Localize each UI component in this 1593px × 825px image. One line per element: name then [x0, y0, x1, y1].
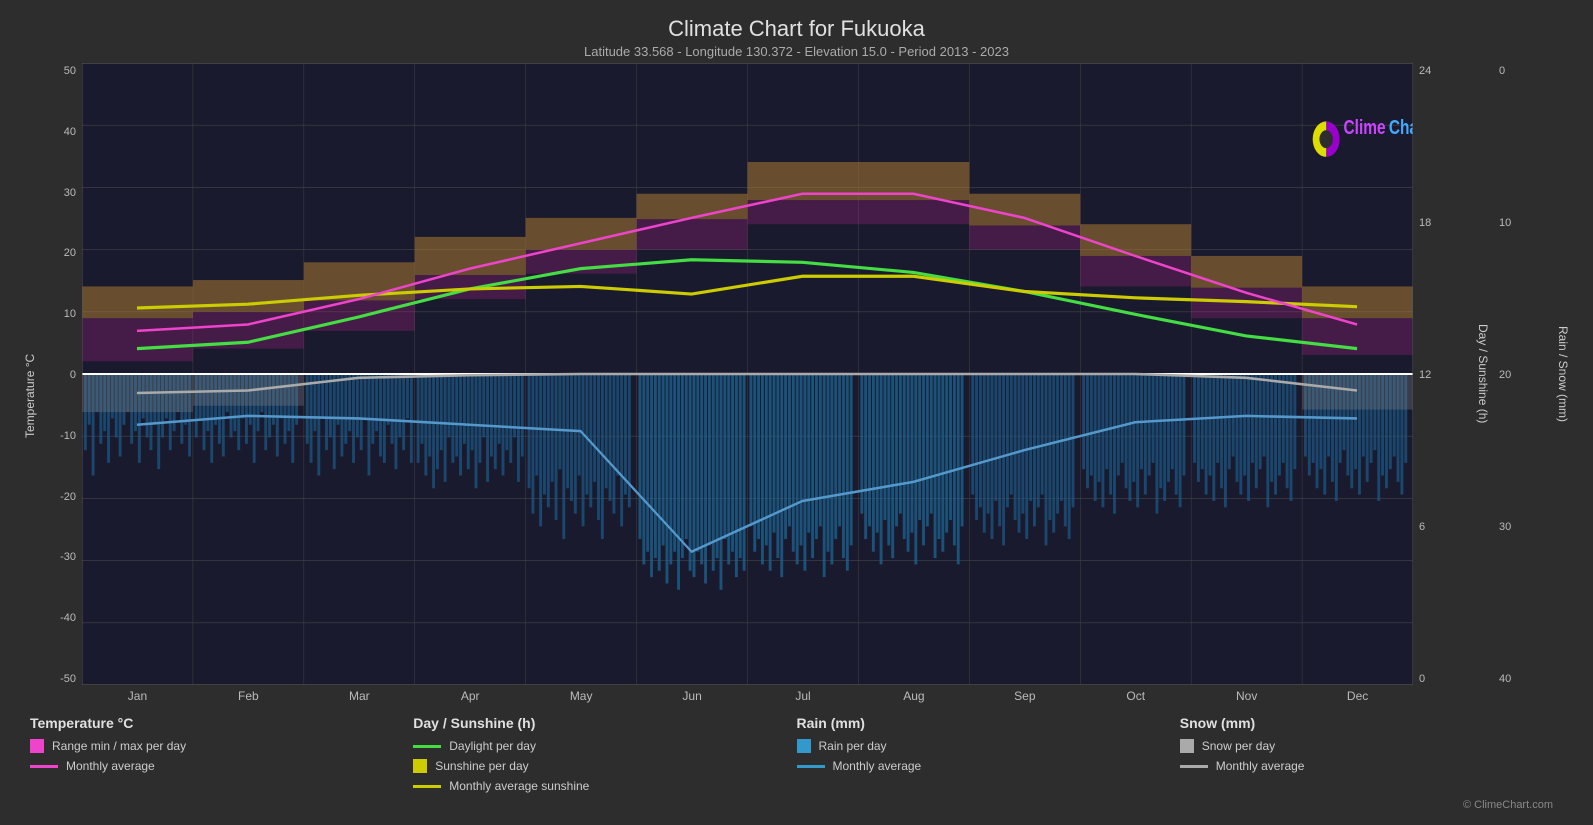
x-month-jun: Jun — [637, 689, 748, 707]
copyright: © ClimeChart.com — [1180, 779, 1563, 811]
x-month-may: May — [526, 689, 637, 707]
y-axis-left: 50 40 30 20 10 0 -10 -20 -30 -40 -50 — [40, 63, 82, 707]
x-month-aug: Aug — [858, 689, 969, 707]
x-month-nov: Nov — [1191, 689, 1302, 707]
legend-item-snow-avg: Monthly average — [1180, 759, 1563, 773]
legend-line-daylight — [413, 745, 441, 748]
legend-label-rain: Rain per day — [819, 739, 887, 753]
y-label-left: Temperature °C — [20, 63, 40, 707]
legend-item-sunshine-bar: Sunshine per day — [413, 759, 796, 773]
x-axis: Jan Feb Mar Apr May Jun Jul Aug Sep Oct … — [82, 685, 1413, 707]
x-month-dec: Dec — [1302, 689, 1413, 707]
legend-section: Temperature °C Range min / max per day M… — [20, 707, 1573, 815]
legend-title-snow: Snow (mm) — [1180, 715, 1563, 731]
legend-col-rain: Rain (mm) Rain per day Monthly average — [797, 715, 1180, 811]
legend-line-temp-avg — [30, 765, 58, 768]
svg-text:Chart.com: Chart.com — [1389, 116, 1413, 139]
legend-label-sunshine-avg: Monthly average sunshine — [449, 779, 589, 793]
legend-title-temperature: Temperature °C — [30, 715, 413, 731]
legend-line-sunshine-avg — [413, 785, 441, 788]
legend-rect-sunshine — [413, 759, 427, 773]
legend-label-temp-avg: Monthly average — [66, 759, 155, 773]
x-month-apr: Apr — [415, 689, 526, 707]
legend-label-rain-avg: Monthly average — [833, 759, 922, 773]
x-month-oct: Oct — [1080, 689, 1191, 707]
legend-label-daylight: Daylight per day — [449, 739, 536, 753]
legend-col-sunshine: Day / Sunshine (h) Daylight per day Suns… — [413, 715, 796, 811]
legend-item-temp-avg: Monthly average — [30, 759, 413, 773]
y-axis-right1: 24 18 12 6 0 — [1413, 63, 1473, 707]
x-month-jul: Jul — [748, 689, 859, 707]
chart-subtitle: Latitude 33.568 - Longitude 130.372 - El… — [20, 44, 1573, 59]
legend-item-sunshine-avg: Monthly average sunshine — [413, 779, 796, 793]
legend-line-snow-avg — [1180, 765, 1208, 768]
legend-item-temp-range: Range min / max per day — [30, 739, 413, 753]
legend-label-snow: Snow per day — [1202, 739, 1275, 753]
legend-label-temp-range: Range min / max per day — [52, 739, 186, 753]
legend-label-sunshine: Sunshine per day — [435, 759, 528, 773]
y-axis-right2: 0 10 20 30 40 — [1493, 63, 1553, 707]
legend-item-rain-bar: Rain per day — [797, 739, 1180, 753]
x-month-feb: Feb — [193, 689, 304, 707]
legend-item-rain-avg: Monthly average — [797, 759, 1180, 773]
legend-rect-rain — [797, 739, 811, 753]
legend-col-snow: Snow (mm) Snow per day Monthly average ©… — [1180, 715, 1563, 811]
legend-label-snow-avg: Monthly average — [1216, 759, 1305, 773]
legend-rect-snow — [1180, 739, 1194, 753]
legend-col-temperature: Temperature °C Range min / max per day M… — [30, 715, 413, 811]
legend-title-sunshine: Day / Sunshine (h) — [413, 715, 796, 731]
y-label-right1: Day / Sunshine (h) — [1473, 63, 1493, 707]
legend-line-rain-avg — [797, 765, 825, 768]
x-month-jan: Jan — [82, 689, 193, 707]
x-month-sep: Sep — [969, 689, 1080, 707]
legend-title-rain: Rain (mm) — [797, 715, 1180, 731]
legend-rect-temp-range — [30, 739, 44, 753]
svg-text:Clime: Clime — [1344, 116, 1386, 139]
chart-svg-area: Clime Chart.com Clime Chart.com — [82, 63, 1413, 685]
chart-title: Climate Chart for Fukuoka — [20, 16, 1573, 42]
y-label-right2: Rain / Snow (mm) — [1553, 63, 1573, 707]
legend-item-daylight: Daylight per day — [413, 739, 796, 753]
x-month-mar: Mar — [304, 689, 415, 707]
legend-item-snow-bar: Snow per day — [1180, 739, 1563, 753]
